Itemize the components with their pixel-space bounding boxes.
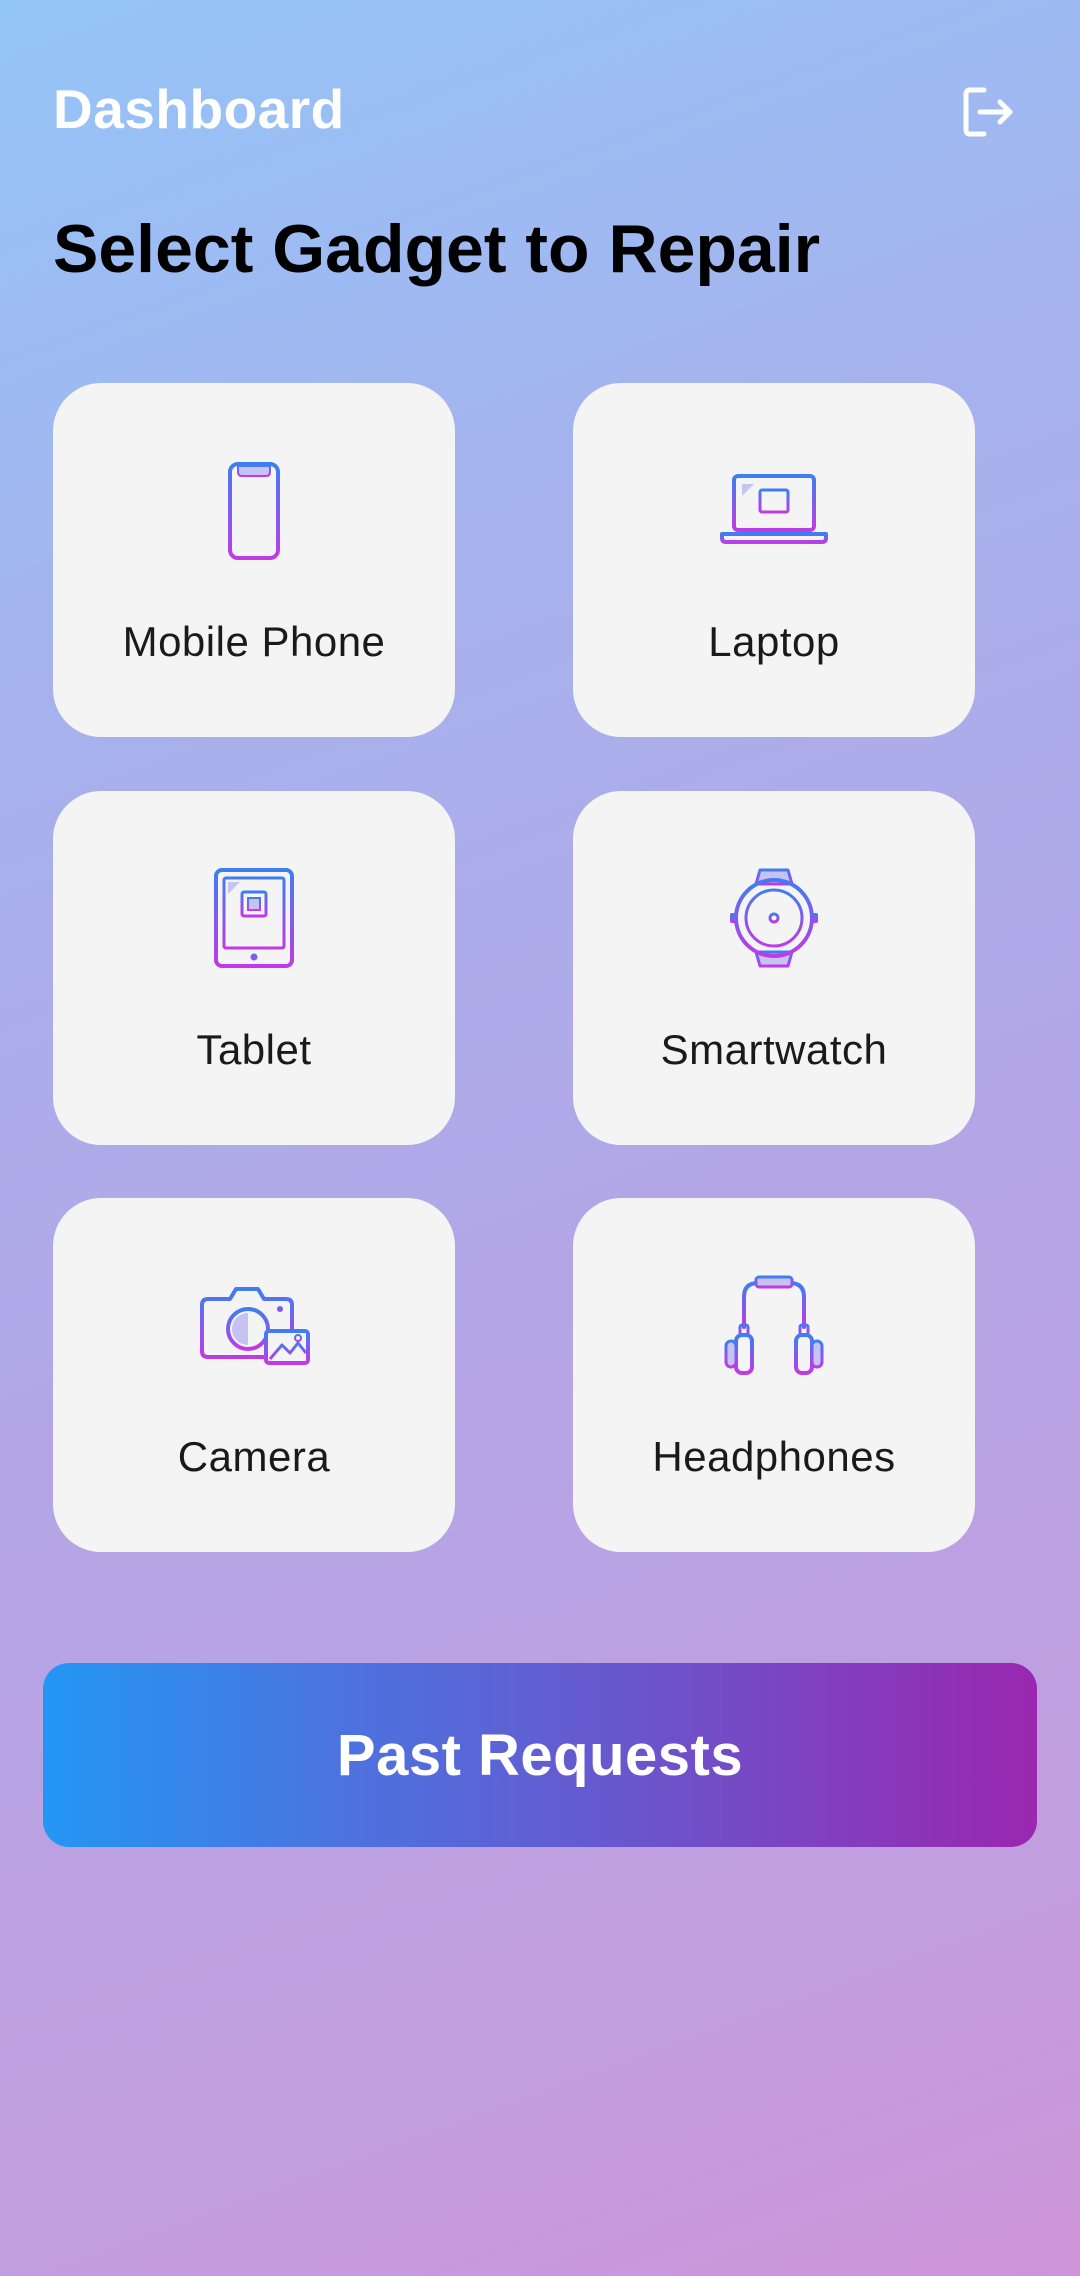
- app-header: Dashboard: [0, 0, 1080, 220]
- smartwatch-icon: [730, 868, 818, 968]
- gadget-card-headphones[interactable]: Headphones: [573, 1198, 975, 1552]
- gadget-card-mobile-phone[interactable]: Mobile Phone: [53, 383, 455, 737]
- gadget-card-camera[interactable]: Camera: [53, 1198, 455, 1552]
- section-title: Select Gadget to Repair: [53, 211, 821, 287]
- gadget-card-tablet[interactable]: Tablet: [53, 791, 455, 1145]
- past-requests-button[interactable]: Past Requests: [43, 1663, 1037, 1847]
- headphones-icon: [724, 1275, 824, 1375]
- logout-icon: [963, 87, 1013, 137]
- gadget-label: Smartwatch: [660, 1026, 888, 1073]
- gadget-label: Tablet: [196, 1026, 312, 1073]
- gadget-card-laptop[interactable]: Laptop: [573, 383, 975, 737]
- gadget-label: Laptop: [708, 618, 840, 665]
- gadget-label: Headphones: [652, 1433, 896, 1480]
- camera-icon: [200, 1287, 310, 1365]
- tablet-icon: [214, 868, 294, 968]
- mobile-phone-icon: [228, 462, 280, 560]
- laptop-icon: [720, 474, 828, 544]
- gadget-card-smartwatch[interactable]: Smartwatch: [573, 791, 975, 1145]
- past-requests-label: Past Requests: [336, 1722, 744, 1788]
- logout-button[interactable]: [952, 76, 1024, 148]
- gadget-label: Camera: [177, 1433, 331, 1480]
- app-title: Dashboard: [53, 78, 345, 140]
- gadget-label: Mobile Phone: [122, 618, 386, 665]
